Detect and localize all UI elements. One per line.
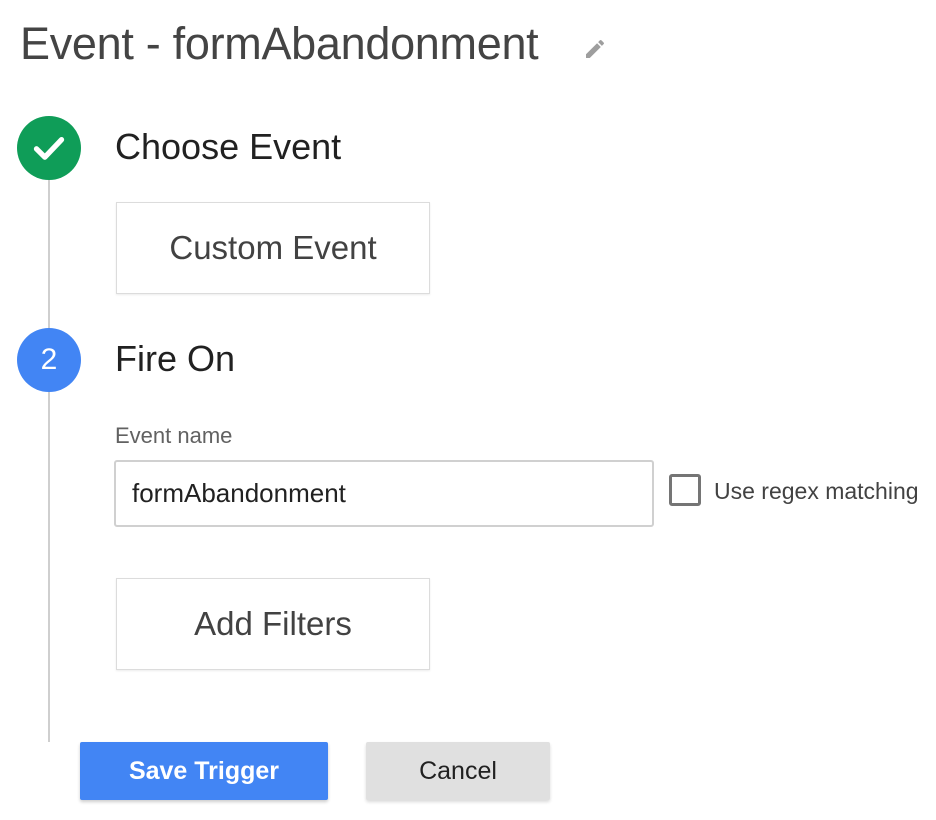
save-trigger-button[interactable]: Save Trigger: [80, 742, 328, 800]
custom-event-button[interactable]: Custom Event: [116, 202, 430, 294]
regex-checkbox[interactable]: [669, 474, 701, 506]
add-filters-button[interactable]: Add Filters: [116, 578, 430, 670]
trigger-title: Event - formAbandonment: [20, 18, 539, 69]
event-name-input[interactable]: [114, 460, 654, 527]
step-1-title: Choose Event: [115, 126, 342, 167]
check-icon: [33, 137, 65, 160]
step-2-number-badge: 2: [17, 328, 81, 392]
event-name-label: Event name: [115, 423, 233, 448]
cancel-button[interactable]: Cancel: [366, 742, 550, 800]
step-2-title: Fire On: [115, 338, 236, 379]
step-rail: [48, 180, 50, 742]
pencil-icon[interactable]: [583, 37, 607, 61]
step-1-complete-badge: [17, 116, 81, 180]
regex-checkbox-label[interactable]: Use regex matching: [714, 478, 919, 505]
